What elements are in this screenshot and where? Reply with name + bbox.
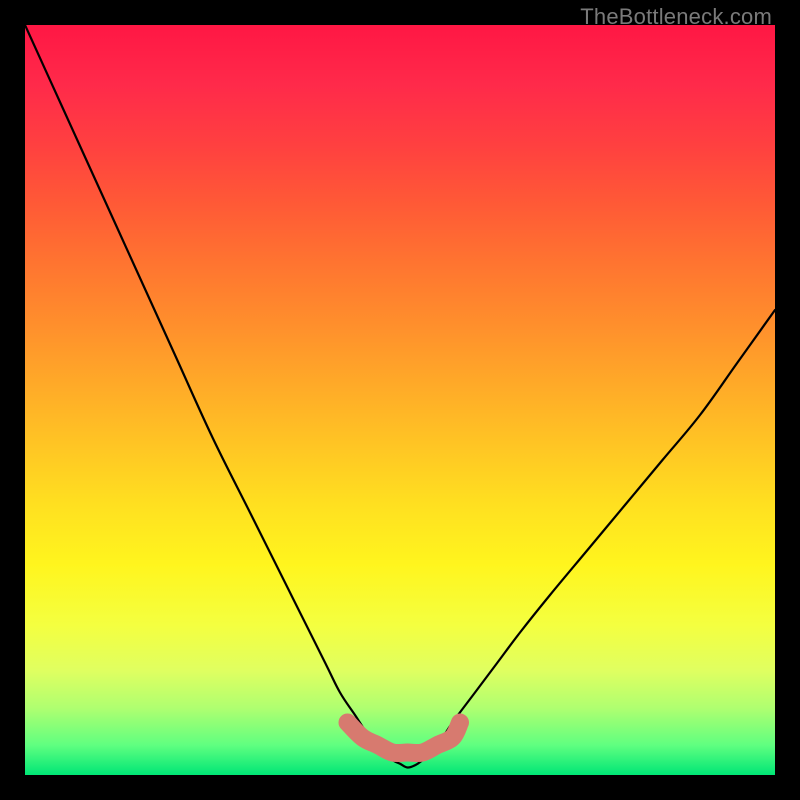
plot-area [25,25,775,775]
curve-svg [25,25,775,775]
bottleneck-curve-line [25,25,775,768]
chart-frame: TheBottleneck.com [0,0,800,800]
bottleneck-marker-segment [348,723,461,754]
